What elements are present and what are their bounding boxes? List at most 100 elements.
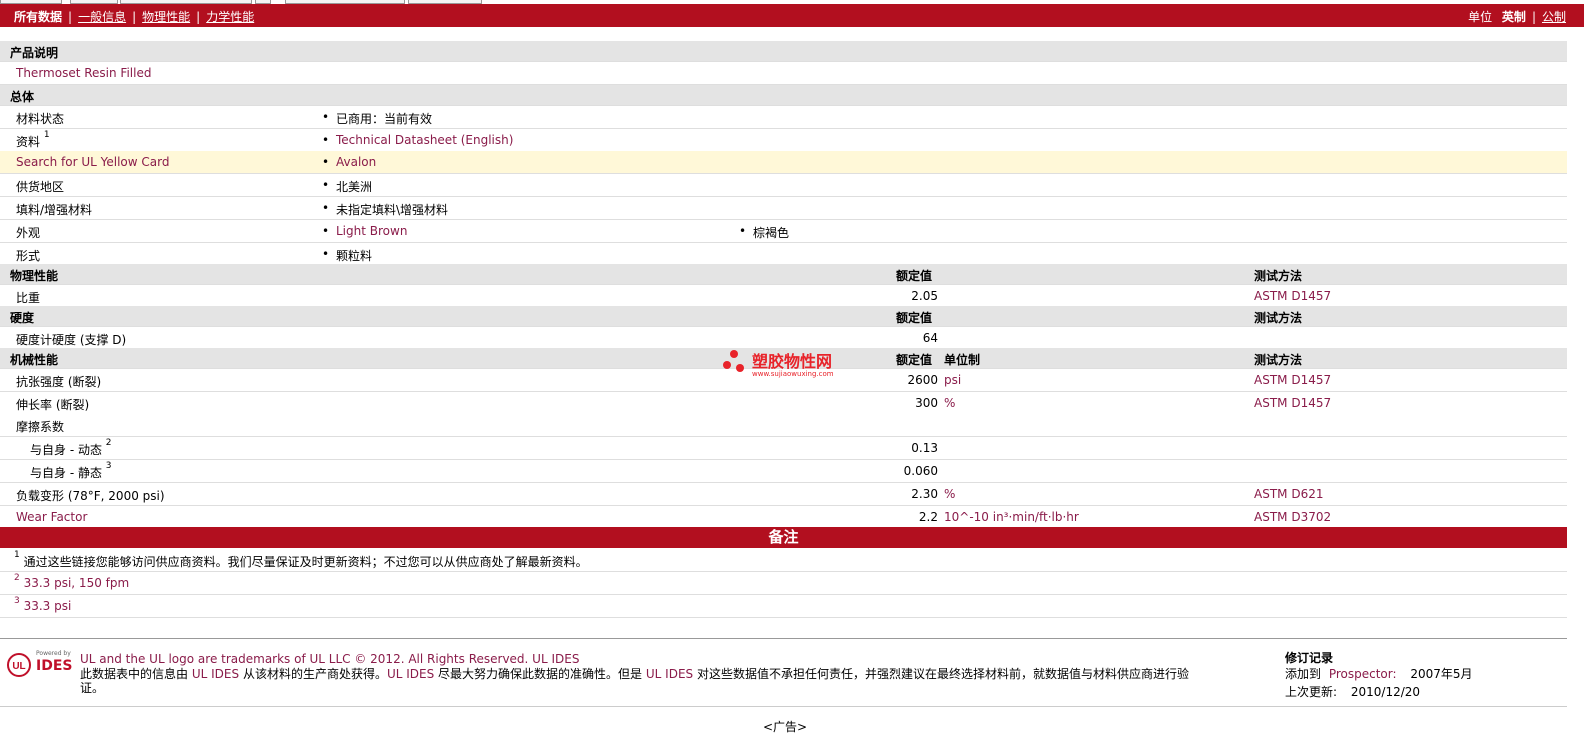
table-row: 填料/增强材料 未指定填料\增强材料 bbox=[0, 197, 1567, 220]
property-label: 外观 bbox=[16, 226, 41, 240]
nav-physical[interactable]: 物理性能 bbox=[142, 10, 190, 24]
section-header-hardness: 硬度 额定值 测试方法 bbox=[0, 306, 1567, 327]
col-nominal: 额定值 bbox=[896, 269, 933, 283]
units-label: 单位 bbox=[1468, 10, 1493, 24]
product-description-row: Thermoset Resin Filled bbox=[0, 62, 1567, 85]
property-label: 伸长率 (断裂) bbox=[16, 398, 90, 412]
ul-ides-link[interactable]: UL IDES bbox=[192, 667, 239, 681]
property-label: 抗张强度 (断裂) bbox=[16, 375, 102, 389]
footnote-ref: 2 bbox=[105, 438, 112, 448]
property-value: 2.05 bbox=[911, 289, 938, 303]
watermark-title: 塑胶物性网 bbox=[752, 352, 833, 371]
table-row: 形式 颗粒料 bbox=[0, 243, 1567, 266]
footnote-ref: 3 bbox=[105, 461, 112, 471]
section-title: 物理性能 bbox=[10, 269, 59, 283]
note-text: 3 33.3 psi bbox=[14, 596, 72, 613]
table-row: 伸长率 (断裂) 300 % ASTM D1457 bbox=[0, 392, 1567, 415]
table-row: 外观 Light Brown 棕褐色 bbox=[0, 220, 1567, 243]
table-row: 供货地区 北美洲 bbox=[0, 174, 1567, 197]
property-unit: 10^-10 in³·min/ft·lb·hr bbox=[944, 510, 1079, 524]
section-title: 总体 bbox=[10, 90, 35, 104]
disclaimer-text-end: 证。 bbox=[80, 681, 105, 695]
footer-divider-2 bbox=[0, 706, 1567, 707]
ad-label: <广告> bbox=[763, 720, 808, 734]
ul-ides-link[interactable]: UL IDES bbox=[646, 667, 693, 681]
property-label: 材料状态 bbox=[16, 112, 65, 126]
ul-ides-link[interactable]: UL IDES bbox=[387, 667, 434, 681]
units-imperial[interactable]: 英制 bbox=[1502, 10, 1526, 24]
units-metric[interactable]: 公制 bbox=[1542, 10, 1566, 24]
logo-powered: Powered by bbox=[36, 650, 71, 657]
property-unit: % bbox=[944, 396, 956, 410]
test-method: ASTM D3702 bbox=[1254, 510, 1332, 524]
property-value: Light Brown bbox=[322, 224, 408, 238]
property-label: Wear Factor bbox=[16, 510, 88, 524]
test-method: ASTM D1457 bbox=[1254, 373, 1332, 387]
ul-circle-icon: UL bbox=[7, 653, 31, 677]
note-text: 2 33.3 psi, 150 fpm bbox=[14, 573, 130, 590]
property-label: 形式 bbox=[16, 249, 41, 263]
section-title: 硬度 bbox=[10, 311, 35, 325]
col-method: 测试方法 bbox=[1254, 269, 1303, 283]
table-row: 与自身 - 动态 2 0.13 bbox=[0, 437, 1567, 460]
property-label: 比重 bbox=[16, 291, 41, 305]
section-nav-bar: 所有数据 | 一般信息 | 物理性能 | 力学性能 单位 英制 | 公制 bbox=[0, 4, 1584, 27]
note-text: 1 通过这些链接您能够访问供应商资料。我们尽量保证及时更新资料；不过您可以从供应… bbox=[14, 550, 588, 569]
table-row: 硬度计硬度 (支撑 D) 64 bbox=[0, 327, 1567, 350]
logo-ides: IDES bbox=[36, 658, 73, 674]
col-method: 测试方法 bbox=[1254, 353, 1303, 367]
property-label: 供货地区 bbox=[16, 180, 65, 194]
ul-ides-logo: UL Powered by IDES bbox=[6, 650, 73, 680]
nav-general-info[interactable]: 一般信息 bbox=[78, 10, 126, 24]
property-label: 与自身 - 动态 2 bbox=[30, 438, 112, 457]
property-value: 64 bbox=[922, 331, 938, 345]
svg-text:UL: UL bbox=[12, 661, 25, 672]
ul-yellow-card-label: Search for UL Yellow Card bbox=[16, 155, 170, 169]
test-method: ASTM D1457 bbox=[1254, 289, 1332, 303]
footnote-ref: 1 bbox=[43, 130, 50, 140]
footer-divider bbox=[0, 638, 1567, 639]
table-row: 资料 1 Technical Datasheet (English) bbox=[0, 129, 1567, 152]
test-method: ASTM D621 bbox=[1254, 487, 1324, 501]
trademark-text: UL and the UL logo are trademarks of UL … bbox=[80, 652, 580, 666]
col-nominal: 额定值 bbox=[896, 311, 933, 325]
property-value: 2.2 bbox=[918, 510, 938, 524]
property-value: 2.30 bbox=[911, 487, 938, 501]
property-label: 填料/增强材料 bbox=[16, 203, 93, 217]
property-label: 与自身 - 静态 3 bbox=[30, 461, 112, 480]
table-row: 负载变形 (78°F, 2000 psi) 2.30 % ASTM D621 bbox=[0, 483, 1567, 506]
avalon-link[interactable]: Avalon bbox=[322, 155, 376, 169]
property-value: 已商用：当前有效 bbox=[322, 110, 432, 127]
table-row: 摩擦系数 bbox=[0, 414, 1567, 437]
table-row: 比重 2.05 ASTM D1457 bbox=[0, 285, 1567, 308]
nav-all-data[interactable]: 所有数据 bbox=[14, 10, 62, 24]
property-value: 0.13 bbox=[911, 441, 938, 455]
section-header-physical: 物理性能 额定值 测试方法 bbox=[0, 264, 1567, 285]
nav-mechanical[interactable]: 力学性能 bbox=[206, 10, 254, 24]
table-row: Search for UL Yellow Card Avalon bbox=[0, 151, 1567, 174]
property-unit: psi bbox=[944, 373, 962, 387]
technical-datasheet-link[interactable]: Technical Datasheet (English) bbox=[322, 133, 513, 147]
section-title: 产品说明 bbox=[10, 46, 59, 60]
property-value: 300 bbox=[915, 396, 938, 410]
table-row: 材料状态 已商用：当前有效 bbox=[0, 106, 1567, 129]
revision-added: 添加到 Prospector: 2007年5月 bbox=[1285, 667, 1473, 681]
revision-title: 修订记录 bbox=[1285, 651, 1334, 665]
section-title: 机械性能 bbox=[10, 353, 59, 367]
notes-banner: 备注 bbox=[0, 527, 1567, 548]
note-row: 1 通过这些链接您能够访问供应商资料。我们尽量保证及时更新资料；不过您可以从供应… bbox=[0, 549, 1567, 572]
test-method: ASTM D1457 bbox=[1254, 396, 1332, 410]
note-row: 3 33.3 psi bbox=[0, 595, 1567, 618]
watermark-url: www.sujiaowuxing.com bbox=[752, 370, 834, 378]
section-header-product: 产品说明 bbox=[0, 41, 1567, 62]
property-unit: % bbox=[944, 487, 956, 501]
revision-updated: 上次更新: 2010/12/20 bbox=[1285, 685, 1421, 699]
note-row: 2 33.3 psi, 150 fpm bbox=[0, 572, 1567, 595]
watermark-dots-icon bbox=[723, 350, 744, 372]
property-value: 颗粒料 bbox=[322, 247, 372, 264]
property-label: 硬度计硬度 (支撑 D) bbox=[16, 333, 127, 347]
disclaimer-text: 此数据表中的信息由 UL IDES 从该材料的生产商处获得。UL IDES 尽最… bbox=[80, 667, 1189, 681]
section-header-general: 总体 bbox=[0, 85, 1567, 106]
property-label: 摩擦系数 bbox=[16, 420, 65, 434]
product-description: Thermoset Resin Filled bbox=[16, 66, 152, 80]
